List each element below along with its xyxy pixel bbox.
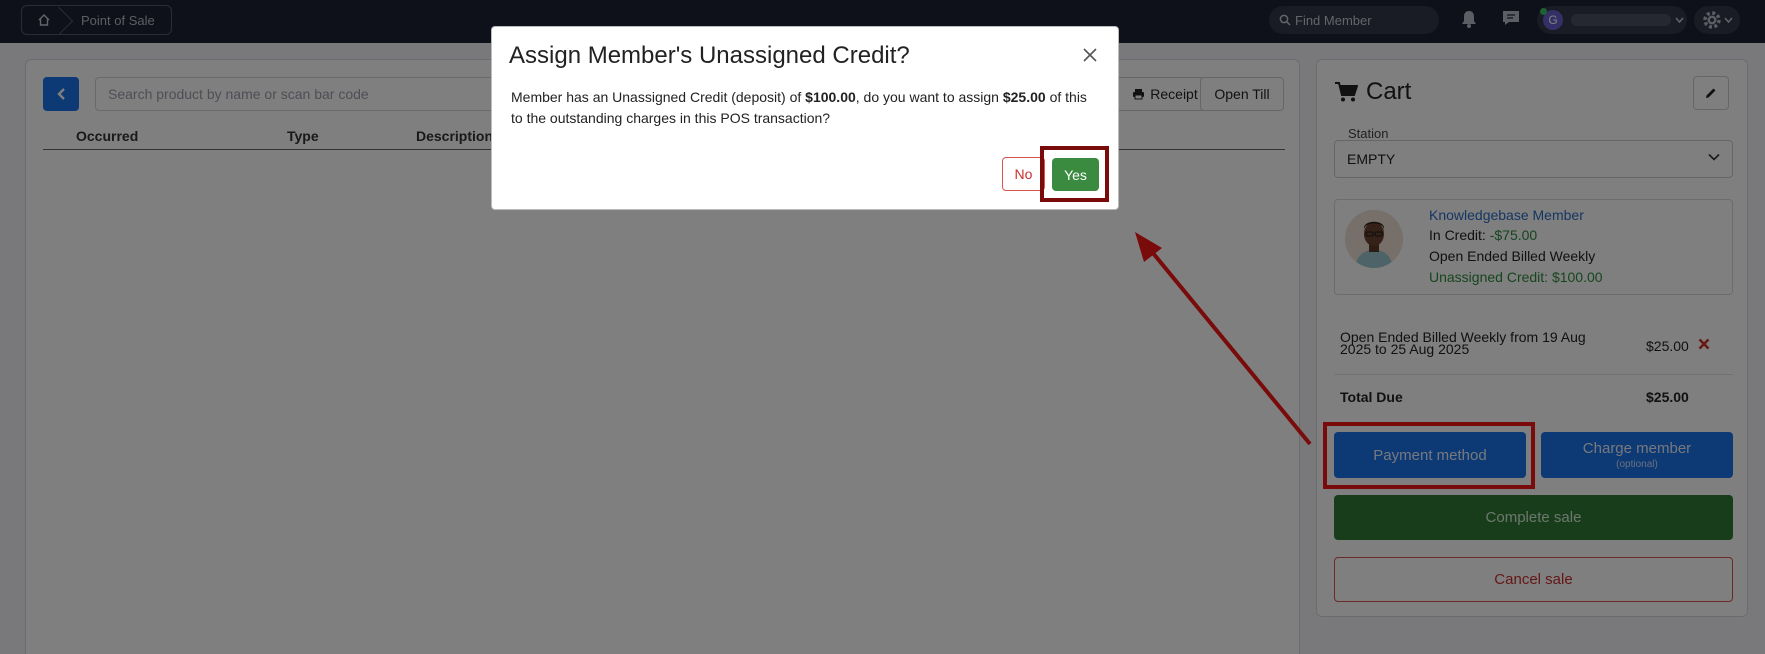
- annotation-arrow-icon: [1135, 232, 1312, 446]
